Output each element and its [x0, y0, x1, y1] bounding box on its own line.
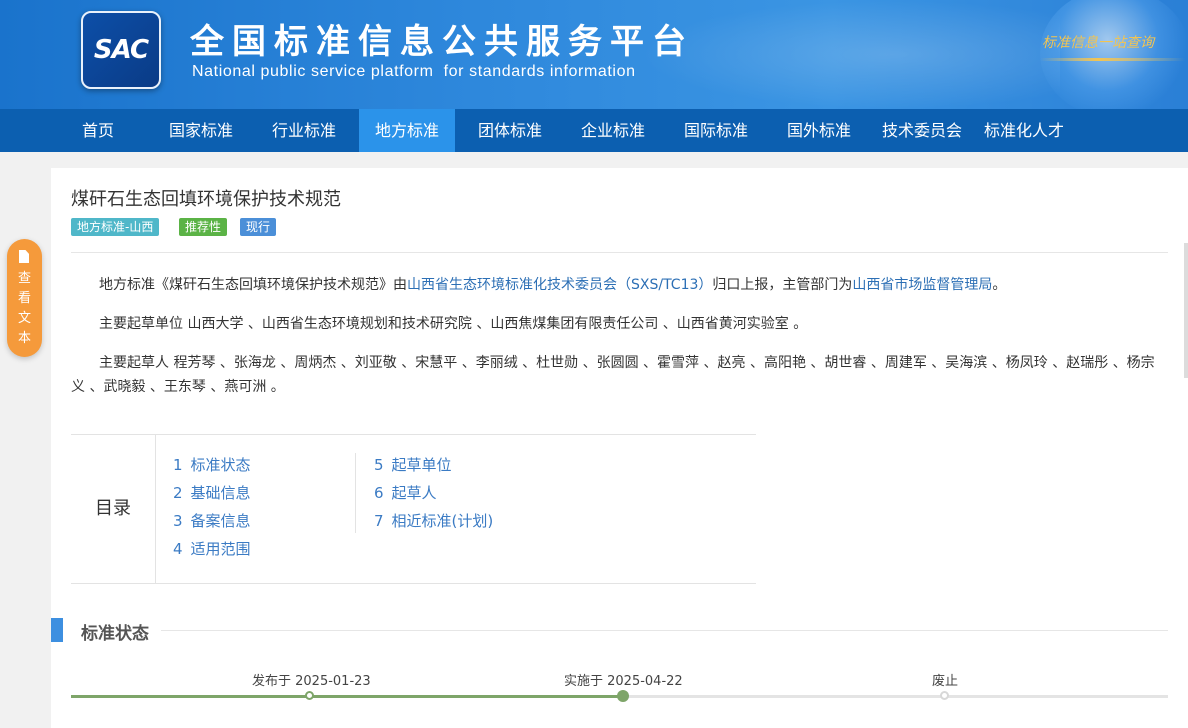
timeline-implemented-dot — [617, 690, 629, 702]
toc-column-divider — [355, 453, 356, 533]
intro-middle: 归口上报，主管部门为 — [712, 277, 853, 293]
timeline-abolished-label: 废止 — [932, 674, 959, 689]
toc-item-label: 备案信息 — [190, 512, 251, 530]
toc-item-label: 标准状态 — [190, 456, 251, 474]
sac-logo[interactable]: SAC — [81, 11, 161, 89]
department-link[interactable]: 山西省市场监督管理局 — [852, 277, 992, 293]
toc-item-label: 起草单位 — [391, 456, 452, 474]
timeline-abolished-dot — [940, 691, 949, 700]
section-divider — [161, 630, 1168, 631]
toc-label: 目录 — [71, 435, 156, 583]
intro-suffix: 。 — [992, 277, 1007, 293]
tag-recommended: 推荐性 — [179, 218, 228, 236]
timeline-published-label: 发布于 2025-01-23 — [252, 674, 371, 689]
intro-prefix: 地方标准《煤矸石生态回填环境保护技术规范》由 — [99, 277, 407, 293]
page-title: 煤矸石生态回填环境保护技术规范 — [71, 189, 341, 210]
table-of-contents: 目录 1 标准状态 2 基础信息 3 备案信息 4 适用范围 5 起草单位 6 起草人 7相… — [71, 434, 756, 584]
main-nav: 首页 国家标准 行业标准 地方标准 团体标准 企业标准 国际标准 国外标准 技术… — [0, 109, 1188, 152]
view-text-button[interactable]: 查看文本 — [7, 239, 42, 357]
drafting-units-paragraph: 主要起草单位 山西大学 、山西省生态环境规划和技术研究院 、山西焦煤集团有限责任… — [99, 316, 808, 332]
nav-industry-standards[interactable]: 行业标准 — [256, 109, 352, 152]
committee-link[interactable]: 山西省生态环境标准化技术委员会（SXS/TC13） — [407, 277, 712, 293]
toc-item-number: 1 — [173, 456, 183, 474]
nav-national-standards[interactable]: 国家标准 — [153, 109, 249, 152]
toc-item-number: 6 — [374, 484, 384, 502]
toc-item-number: 7 — [374, 512, 384, 530]
nav-technical-committees[interactable]: 技术委员会 — [868, 109, 976, 152]
scrollbar[interactable] — [1184, 243, 1188, 378]
site-subtitle: National public service platform for sta… — [192, 63, 636, 80]
toc-item-label: 相近标准(计划) — [391, 512, 494, 530]
toc-item-label: 适用范围 — [190, 540, 251, 558]
nav-local-standards[interactable]: 地方标准 — [359, 109, 455, 152]
nav-international-standards[interactable]: 国际标准 — [668, 109, 764, 152]
timeline-progress — [71, 695, 623, 698]
nav-group-standards[interactable]: 团体标准 — [462, 109, 558, 152]
nav-foreign-standards[interactable]: 国外标准 — [771, 109, 867, 152]
section-marker — [51, 618, 63, 642]
site-title: 全国标准信息公共服务平台 — [190, 22, 694, 62]
toc-item-scope[interactable]: 4 适用范围 — [173, 538, 251, 559]
drafters-paragraph: 主要起草人 程芳琴 、张海龙 、周炳杰 、刘亚敬 、宋慧平 、李丽绒 、杜世勋 … — [71, 355, 1155, 395]
toc-item-standard-status[interactable]: 1 标准状态 — [173, 454, 251, 475]
toc-item-number: 3 — [173, 512, 183, 530]
toc-item-label: 起草人 — [391, 484, 437, 502]
divider — [71, 252, 1168, 253]
timeline-implemented-label: 实施于 2025-04-22 — [564, 674, 683, 689]
section-title-standard-status: 标准状态 — [81, 624, 149, 644]
world-map-decoration — [640, 0, 1060, 109]
toc-item-drafters[interactable]: 6 起草人 — [374, 482, 437, 503]
toc-item-number: 5 — [374, 456, 384, 474]
view-text-label: 查看文本 — [17, 271, 31, 346]
toc-item-similar-standards[interactable]: 7 相近标准(计划) — [374, 510, 493, 531]
tag-current: 现行 — [240, 218, 277, 236]
toc-item-drafting-units[interactable]: 5 起草单位 — [374, 454, 452, 475]
nav-standardization-talent[interactable]: 标准化人才 — [972, 109, 1076, 152]
globe-decoration — [1040, 0, 1188, 109]
standard-detail-card: 煤矸石生态回填环境保护技术规范 地方标准-山西 推荐性 现行 地方标准《煤矸石生… — [51, 168, 1188, 728]
document-icon — [19, 250, 29, 263]
site-header: SAC 全国标准信息公共服务平台 National public service… — [0, 0, 1188, 109]
timeline-published-dot — [305, 691, 314, 700]
nav-home[interactable]: 首页 — [64, 109, 132, 152]
toc-item-label: 基础信息 — [190, 484, 251, 502]
toc-item-basic-info[interactable]: 2 基础信息 — [173, 482, 251, 503]
tag-local-standard: 地方标准-山西 — [71, 218, 160, 236]
nav-enterprise-standards[interactable]: 企业标准 — [565, 109, 661, 152]
slogan-underline — [1040, 58, 1185, 61]
toc-item-number: 2 — [173, 484, 183, 502]
logo-text: SAC — [93, 35, 149, 65]
slogan: 标准信息一站查询 — [1042, 35, 1154, 51]
intro-paragraph: 地方标准《煤矸石生态回填环境保护技术规范》由山西省生态环境标准化技术委员会（SX… — [71, 273, 1168, 297]
toc-item-number: 4 — [173, 540, 183, 558]
toc-item-filing-info[interactable]: 3 备案信息 — [173, 510, 251, 531]
